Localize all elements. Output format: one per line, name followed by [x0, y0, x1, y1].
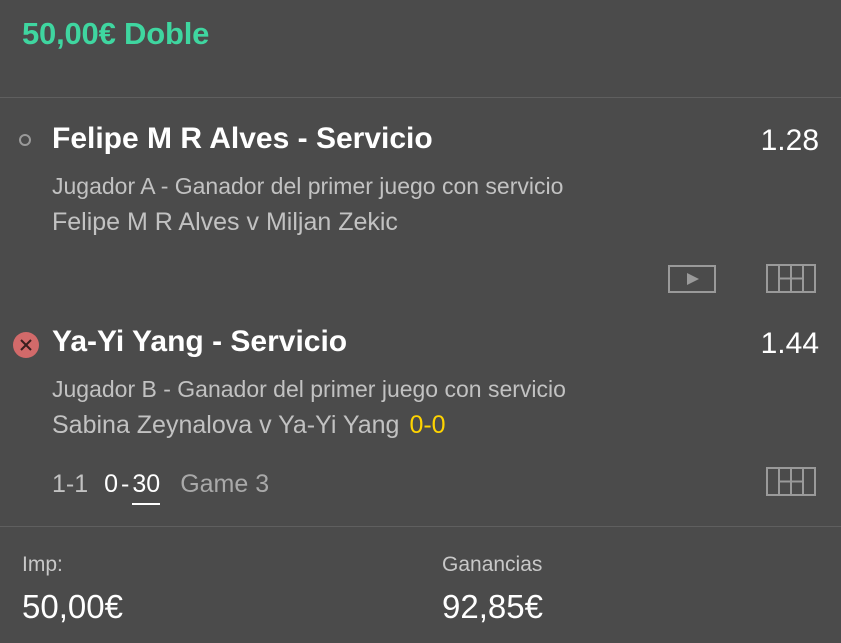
- sets-score: 1-1: [52, 470, 89, 498]
- live-score: 0-0: [409, 411, 446, 439]
- points-player-b: 30: [132, 470, 161, 505]
- selection-2-title: Ya-Yi Yang - Servicio: [52, 325, 348, 358]
- court-icon: [766, 467, 816, 496]
- stake-value: 50,00€: [22, 588, 123, 625]
- court-stats-button-1[interactable]: [766, 264, 816, 293]
- play-video-button[interactable]: [668, 265, 716, 293]
- selection-1-title: Felipe M R Alves - Servicio: [52, 122, 433, 155]
- game-label: Game 3: [180, 470, 270, 498]
- points-player-a: 0: [104, 470, 119, 498]
- bet-header-title: 50,00€ Doble: [22, 16, 210, 51]
- footer-divider: [0, 526, 841, 527]
- selection-1-status-open-icon: [19, 134, 31, 146]
- selection-1-event: Felipe M R Alves v Miljan Zekic: [52, 208, 398, 236]
- selection-2-status-lost-icon: [13, 332, 39, 358]
- selection-2-market: Jugador B - Ganador del primer juego con…: [52, 376, 566, 402]
- selection-2-odds: 1.44: [760, 327, 819, 360]
- stake-label: Imp:: [22, 553, 63, 576]
- play-icon: [687, 273, 699, 285]
- court-icon: [766, 264, 816, 293]
- points-separator: -: [121, 470, 130, 498]
- selection-1-odds: 1.28: [760, 124, 819, 157]
- tennis-score-row: 1-1 0-30 Game 3: [52, 470, 269, 505]
- returns-label: Ganancias: [442, 553, 543, 576]
- header-divider: [0, 97, 841, 98]
- selection-1-market: Jugador A - Ganador del primer juego con…: [52, 173, 564, 199]
- court-stats-button-2[interactable]: [766, 467, 816, 496]
- selection-2-event-name: Sabina Zeynalova v Ya-Yi Yang: [52, 411, 400, 439]
- returns-value: 92,85€: [442, 588, 543, 625]
- selection-2-event: Sabina Zeynalova v Ya-Yi Yang 0-0: [52, 411, 446, 440]
